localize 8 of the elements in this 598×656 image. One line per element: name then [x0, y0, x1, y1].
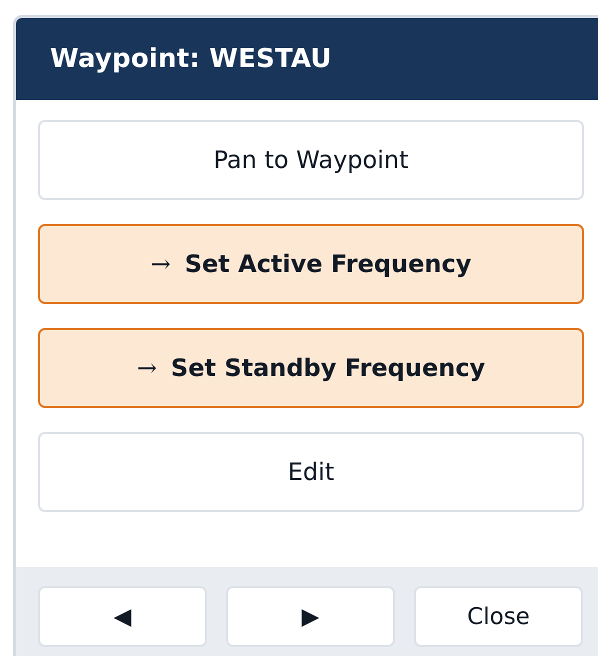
- close-button[interactable]: Close: [414, 586, 583, 647]
- action-button[interactable]: → Set Active Frequency: [38, 224, 584, 304]
- window-title: Waypoint: WESTAU: [50, 44, 332, 74]
- action-button[interactable]: → Set Standby Frequency: [38, 328, 584, 408]
- action-button[interactable]: Edit: [38, 432, 584, 512]
- action-button[interactable]: Pan to Waypoint: [38, 120, 584, 200]
- previous-button[interactable]: ◀: [38, 586, 207, 647]
- next-button[interactable]: ▶: [226, 586, 395, 647]
